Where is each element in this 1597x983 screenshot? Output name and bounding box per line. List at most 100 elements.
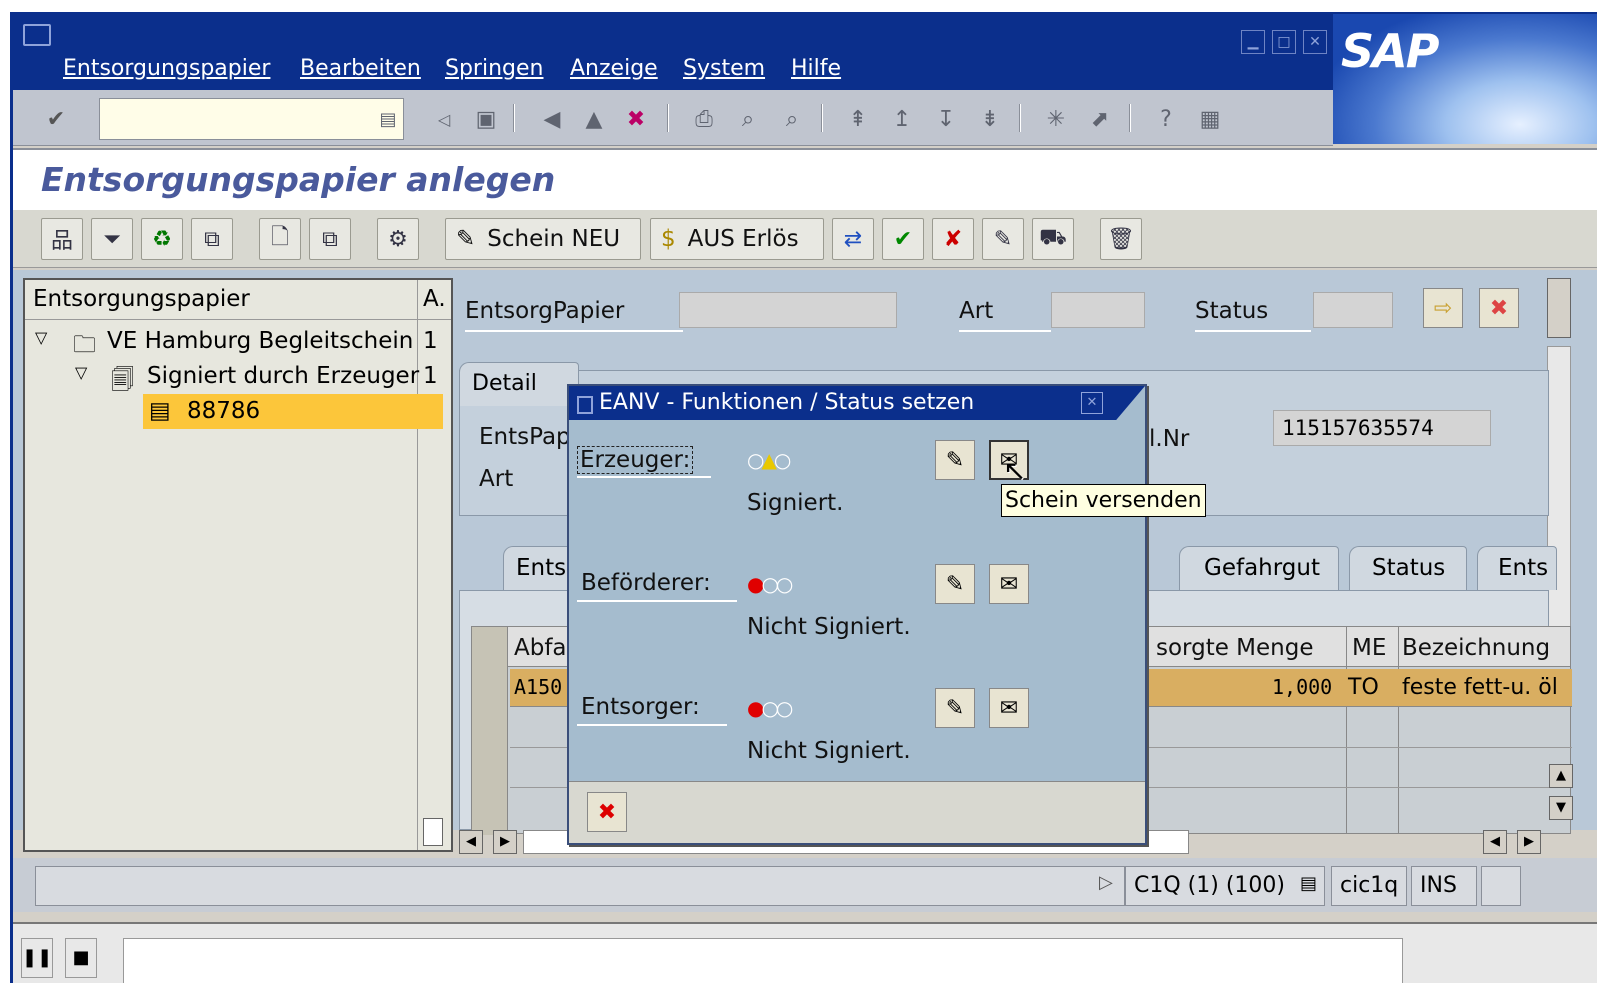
entsorgpapier-field[interactable] <box>679 292 897 328</box>
first-page-icon[interactable]: ⇞ <box>843 104 873 134</box>
system-info[interactable]: C1Q (1) (100) ▤ <box>1125 866 1325 906</box>
column-divider <box>1346 627 1347 833</box>
stop-icon[interactable]: ■ <box>65 938 97 978</box>
edit-document-icon[interactable]: ✎ <box>982 218 1024 260</box>
cancel-icon[interactable]: ✖ <box>1479 288 1519 328</box>
schein-neu-button[interactable]: ✎ Schein NEU <box>445 218 641 260</box>
tab-label: Ents <box>516 555 567 581</box>
copy-icon[interactable]: ⧉ <box>309 218 351 260</box>
route-icon[interactable]: ⇄ <box>832 218 874 260</box>
expand-icon[interactable]: ▽ <box>75 363 87 382</box>
send-mail-icon[interactable]: ✉ <box>989 564 1029 604</box>
transport-icon[interactable]: ⛟ <box>1032 218 1074 260</box>
next-page-icon[interactable]: ↧ <box>931 104 961 134</box>
menu-bearbeiten[interactable]: Bearbeiten <box>300 56 421 81</box>
dialog-cancel-icon[interactable]: ✖ <box>587 792 627 832</box>
tab-gefahrgut[interactable]: Gefahrgut <box>1179 546 1339 590</box>
send-mail-icon[interactable]: ✉ <box>989 688 1029 728</box>
command-field[interactable] <box>99 98 404 140</box>
entsorger-label: Entsorger: <box>581 694 700 720</box>
mode-field[interactable]: INS <box>1411 866 1477 906</box>
expand-icon[interactable]: ▽ <box>35 328 47 347</box>
tab-detail[interactable]: Detail <box>459 362 579 406</box>
tree-row-selected[interactable]: ▤ 88786 <box>143 394 443 429</box>
cancel-icon[interactable]: ✖ <box>621 104 651 134</box>
nr-field[interactable]: 115157635574 <box>1273 410 1491 446</box>
scroll-left-icon[interactable]: ◀ <box>459 830 483 854</box>
bottom-input[interactable] <box>123 938 1403 983</box>
tree-header: Entsorgungspapier A. <box>25 280 451 320</box>
label-underline <box>577 600 737 602</box>
scroll-left-icon-2[interactable]: ◀ <box>1483 830 1507 854</box>
cancel-sign-icon[interactable]: ✘ <box>932 218 974 260</box>
menu-hilfe[interactable]: Hilfe <box>791 56 841 81</box>
edit-sign-icon[interactable]: ✎ <box>935 564 975 604</box>
save-icon[interactable]: ▣ <box>471 104 501 134</box>
delete-icon[interactable]: 🗑 <box>1100 218 1142 260</box>
dialog-menu-icon[interactable] <box>577 396 593 414</box>
tree-row[interactable]: ▽ 🗀 VE Hamburg Begleitschein 1 <box>25 324 451 359</box>
art-field[interactable] <box>1051 292 1145 328</box>
back-triangle-icon[interactable]: ◁ <box>429 104 459 134</box>
maximize-icon[interactable]: □ <box>1272 30 1296 54</box>
label-underline <box>1195 330 1311 332</box>
new-session-icon[interactable]: ✳ <box>1041 104 1071 134</box>
aus-erloes-button[interactable]: $ AUS Erlös <box>650 218 824 260</box>
menu-springen[interactable]: Springen <box>445 56 543 81</box>
print-icon[interactable]: ⎙ <box>689 104 719 134</box>
tree-scroll-handle[interactable] <box>423 818 443 846</box>
document-icon: ▤ <box>149 398 171 424</box>
pause-icon[interactable]: ❚❚ <box>21 938 53 978</box>
cell-menge: 1,000 <box>1272 675 1333 699</box>
shortcut-icon[interactable]: ⬈ <box>1085 104 1115 134</box>
row-selector-column[interactable] <box>472 627 508 835</box>
find-icon[interactable]: ⌕ <box>733 104 763 134</box>
tooltip: Schein versenden <box>1001 484 1206 517</box>
tab-detail-label: Detail <box>472 371 537 396</box>
minimize-icon[interactable]: ▁ <box>1241 30 1265 54</box>
tab-status[interactable]: Status <box>1349 546 1467 590</box>
filter-icon[interactable]: ⏷ <box>91 218 133 260</box>
display-icon[interactable]: ⚙ <box>377 218 419 260</box>
back-icon[interactable]: ◀ <box>537 104 567 134</box>
find-next-icon[interactable]: ⌕ <box>777 104 807 134</box>
new-document-icon[interactable]: 🗋 <box>259 218 301 260</box>
menu-system[interactable]: System <box>683 56 765 81</box>
help-icon[interactable]: ? <box>1151 104 1181 134</box>
menu-entsorgungspapier[interactable]: Entsorgungspapier <box>63 56 270 81</box>
tab-ents-2[interactable]: Ents <box>1477 546 1557 590</box>
schein-neu-label: Schein NEU <box>487 226 621 252</box>
layout-icon[interactable]: ⧉ <box>191 218 233 260</box>
window-menu-icon[interactable] <box>23 24 51 46</box>
scroll-right-icon-2[interactable]: ▶ <box>1517 830 1541 854</box>
system-info-text: C1Q (1) (100) <box>1134 873 1285 898</box>
label-underline <box>465 330 683 332</box>
scroll-up-icon[interactable]: ▲ <box>1549 764 1573 788</box>
command-history-icon[interactable]: ▤ <box>373 104 403 134</box>
vertical-scrollbar[interactable] <box>1547 278 1571 338</box>
dialog-close-icon[interactable]: ✕ <box>1081 392 1103 414</box>
forward-icon[interactable]: ⇨ <box>1423 288 1463 328</box>
layout-menu-icon[interactable]: ▦ <box>1195 104 1225 134</box>
exit-icon[interactable]: ▲ <box>579 104 609 134</box>
status-expand-icon[interactable]: ▷ <box>1099 872 1113 893</box>
previous-page-icon[interactable]: ↥ <box>887 104 917 134</box>
scroll-down-icon[interactable]: ▼ <box>1549 796 1573 820</box>
status-field[interactable] <box>1313 292 1393 328</box>
hierarchy-icon[interactable]: 品 <box>41 218 83 260</box>
tree-row[interactable]: ▽ 🗐 Signiert durch Erzeuger 1 <box>25 359 451 394</box>
traffic-light-red-icon: ●○○ <box>747 572 793 596</box>
edit-sign-icon[interactable]: ✎ <box>935 440 975 480</box>
refresh-icon[interactable]: ♻ <box>141 218 183 260</box>
tab-label: Ents <box>1498 555 1549 581</box>
edit-sign-icon[interactable]: ✎ <box>935 688 975 728</box>
application-toolbar: 品 ⏷ ♻ ⧉ 🗋 ⧉ ⚙ ✎ Schein NEU $ AUS Erlös ⇄… <box>13 210 1597 268</box>
tree-row-label: 88786 <box>187 398 261 424</box>
aus-erloes-label: AUS Erlös <box>687 226 799 252</box>
close-window-icon[interactable]: ✕ <box>1303 30 1327 54</box>
scroll-right-icon[interactable]: ▶ <box>493 830 517 854</box>
last-page-icon[interactable]: ⇟ <box>975 104 1005 134</box>
sign-check-icon[interactable]: ✔ <box>882 218 924 260</box>
enter-check-icon[interactable]: ✔ <box>41 104 71 134</box>
menu-anzeige[interactable]: Anzeige <box>570 56 658 81</box>
